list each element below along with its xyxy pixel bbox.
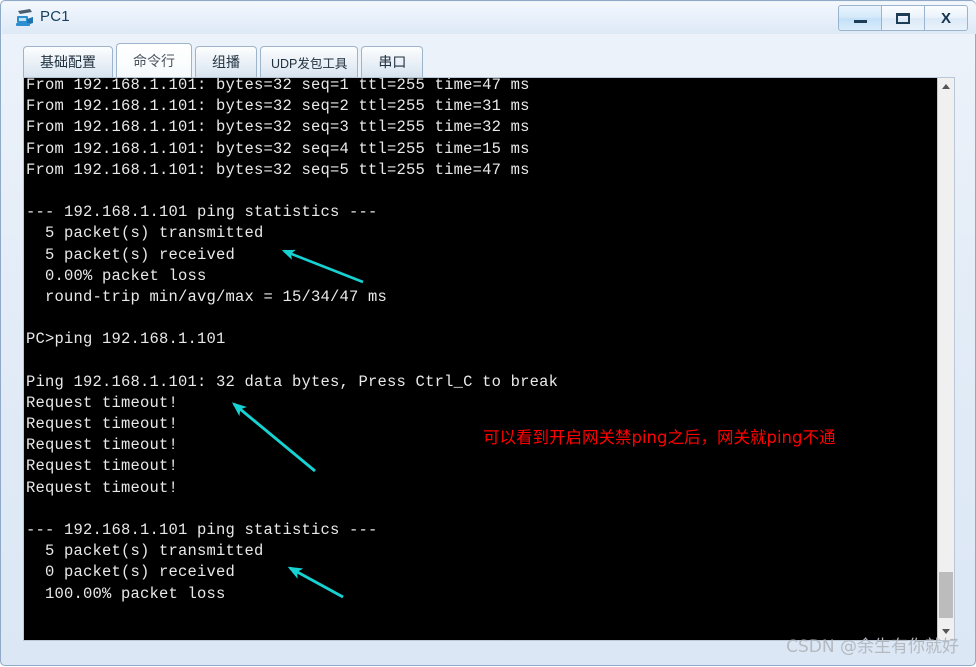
tab-basic-config[interactable]: 基础配置: [23, 46, 113, 77]
tab-label: UDP发包工具: [271, 56, 348, 71]
console-line: 0 packet(s) received: [26, 563, 236, 582]
console-line: 100.00% packet loss: [26, 584, 226, 603]
console-line: 5 packet(s) received: [26, 245, 236, 264]
console-line: Ping 192.168.1.101: 32 data bytes, Press…: [26, 372, 559, 391]
maximize-icon: [896, 12, 910, 24]
pc1-window: PC1 X 基础配置 命令行 组播 UDP发包工具 串口 From 192.16…: [0, 0, 976, 666]
console-line: Request timeout!: [26, 457, 179, 476]
tab-serial-port[interactable]: 串口: [361, 46, 424, 77]
tab-udp-tool[interactable]: UDP发包工具: [260, 46, 359, 77]
console-line: From 192.168.1.101: bytes=32 seq=3 ttl=2…: [26, 118, 530, 137]
tab-label: 串口: [378, 54, 407, 70]
console-line: From 192.168.1.101: bytes=32 seq=5 ttl=2…: [26, 160, 530, 179]
console-line: Request timeout!: [26, 478, 179, 497]
minimize-icon: [853, 20, 867, 23]
chevron-up-icon: [942, 84, 950, 89]
console-line: PC>ping 192.168.1.101: [26, 330, 226, 349]
tab-label: 命令行: [133, 52, 175, 69]
tab-label: 组播: [212, 54, 240, 70]
console-line: 0.00% packet loss: [26, 266, 207, 285]
console-line: 5 packet(s) transmitted: [26, 224, 264, 243]
close-button[interactable]: X: [924, 5, 968, 31]
console-line: --- 192.168.1.101 ping statistics ---: [26, 520, 378, 539]
pc-device-icon: [14, 7, 36, 29]
title-bar: PC1 X: [2, 2, 976, 34]
console-line: From 192.168.1.101: bytes=32 seq=4 ttl=2…: [26, 139, 530, 158]
console-text: From 192.168.1.101: bytes=32 seq=1 ttl=2…: [26, 77, 916, 640]
watermark: CSDN @余生有你就好: [786, 637, 959, 657]
tab-multicast[interactable]: 组播: [195, 46, 257, 77]
scrollbar-thumb[interactable]: [939, 572, 953, 618]
console-line: From 192.168.1.101: bytes=32 seq=2 ttl=2…: [26, 97, 530, 116]
tab-command-line[interactable]: 命令行: [116, 43, 192, 77]
tab-label: 基础配置: [40, 54, 96, 70]
console-line: round-trip min/avg/max = 15/34/47 ms: [26, 287, 388, 306]
maximize-button[interactable]: [881, 5, 925, 31]
annotation-note: 可以看到开启网关禁ping之后，网关就ping不通: [483, 428, 836, 447]
close-icon: X: [940, 9, 951, 27]
console-line: From 192.168.1.101: bytes=32 seq=1 ttl=2…: [26, 77, 530, 94]
tab-bar: 基础配置 命令行 组播 UDP发包工具 串口: [23, 43, 426, 77]
window-title: PC1: [40, 8, 70, 25]
console-scrollbar[interactable]: [937, 78, 954, 640]
console-line: 5 packet(s) transmitted: [26, 542, 264, 561]
minimize-button[interactable]: [838, 5, 882, 31]
scroll-up-button[interactable]: [938, 78, 954, 95]
console-output-panel[interactable]: From 192.168.1.101: bytes=32 seq=1 ttl=2…: [23, 77, 955, 641]
window-controls: X: [838, 5, 968, 31]
console-line: Request timeout!: [26, 393, 179, 412]
console-line: --- 192.168.1.101 ping statistics ---: [26, 203, 378, 222]
